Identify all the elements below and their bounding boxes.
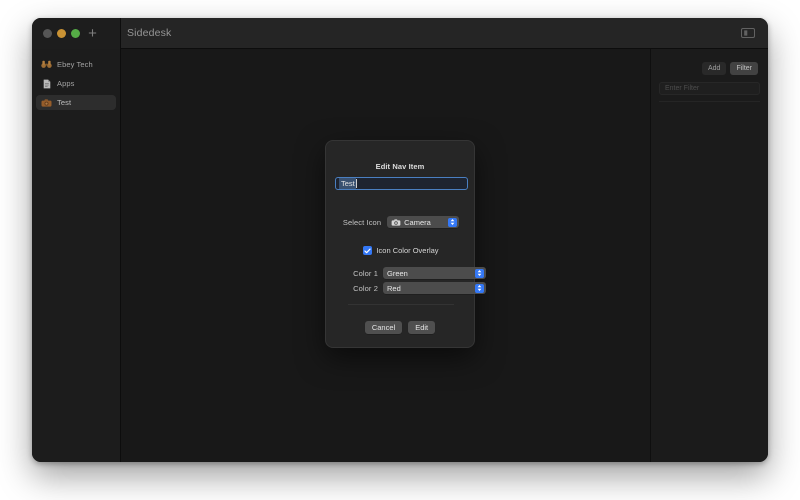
select-icon-label: Select Icon xyxy=(342,217,382,227)
camera-icon xyxy=(391,218,401,227)
app-window: + Sidedesk Ebey Tech Apps Test Add Filte… xyxy=(32,18,768,462)
text-caret xyxy=(355,179,357,188)
chevron-up-down-icon[interactable] xyxy=(475,268,484,278)
nav-item-name-input[interactable]: Test xyxy=(335,177,468,190)
edit-nav-item-dialog: Edit Nav Item Test Select Icon Camera Ic… xyxy=(325,140,486,348)
color-1-value: Green xyxy=(387,268,408,278)
color-2-row: Color 2 Red xyxy=(346,282,486,294)
color-2-value: Red xyxy=(387,283,401,293)
color-2-label: Color 2 xyxy=(353,283,378,293)
color-2-dropdown[interactable]: Red xyxy=(383,282,486,294)
color-1-label: Color 1 xyxy=(353,268,378,278)
nav-item-name-value: Test xyxy=(339,178,356,189)
dialog-title: Edit Nav Item xyxy=(375,162,425,171)
cancel-button[interactable]: Cancel xyxy=(364,321,403,334)
chevron-up-down-icon[interactable] xyxy=(448,217,458,227)
color-1-row: Color 1 Green xyxy=(346,267,486,279)
icon-color-overlay-label: Icon Color Overlay xyxy=(376,246,439,255)
select-icon-row: Select Icon Camera xyxy=(326,216,476,228)
edit-button[interactable]: Edit xyxy=(408,321,436,334)
dialog-buttons: Cancel Edit xyxy=(326,321,474,334)
color-1-dropdown[interactable]: Green xyxy=(383,267,486,279)
icon-color-overlay-row[interactable]: Icon Color Overlay xyxy=(326,246,476,255)
select-icon-dropdown[interactable]: Camera xyxy=(387,216,460,228)
icon-color-overlay-checkbox[interactable] xyxy=(363,246,373,255)
dialog-divider xyxy=(348,304,454,305)
chevron-up-down-icon[interactable] xyxy=(475,283,484,293)
select-icon-value: Camera xyxy=(404,217,431,227)
